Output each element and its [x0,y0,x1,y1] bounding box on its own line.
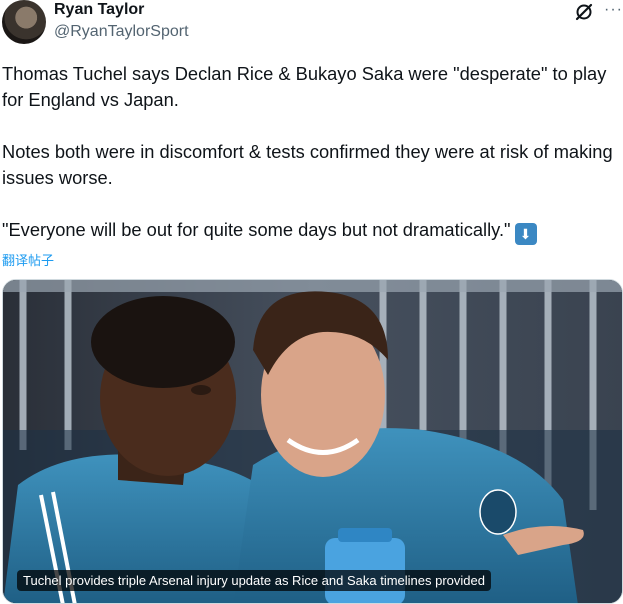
author-avatar[interactable] [2,0,46,44]
tweet-paragraph: "Everyone will be out for quite some day… [2,217,620,245]
photo-illustration [3,280,622,603]
tweet-media-image[interactable]: Tuchel provides triple Arsenal injury up… [2,279,623,604]
grok-icon[interactable] [574,2,594,22]
tweet-paragraph: Notes both were in discomfort & tests co… [2,141,613,188]
tweet-quote: "Everyone will be out for quite some day… [2,219,511,240]
author-handle[interactable]: @RyanTaylorSport [54,23,189,41]
author-name[interactable]: Ryan Taylor [54,1,144,19]
tweet-paragraph: Thomas Tuchel says Declan Rice & Bukayo … [2,63,607,110]
tweet-text: Thomas Tuchel says Declan Rice & Bukayo … [2,61,620,245]
media-caption: Tuchel provides triple Arsenal injury up… [17,570,491,591]
more-icon[interactable]: ··· [604,1,623,19]
down-arrow-emoji-icon: ⬇ [514,223,537,245]
translate-post-link[interactable]: 翻译帖子 [2,250,54,269]
